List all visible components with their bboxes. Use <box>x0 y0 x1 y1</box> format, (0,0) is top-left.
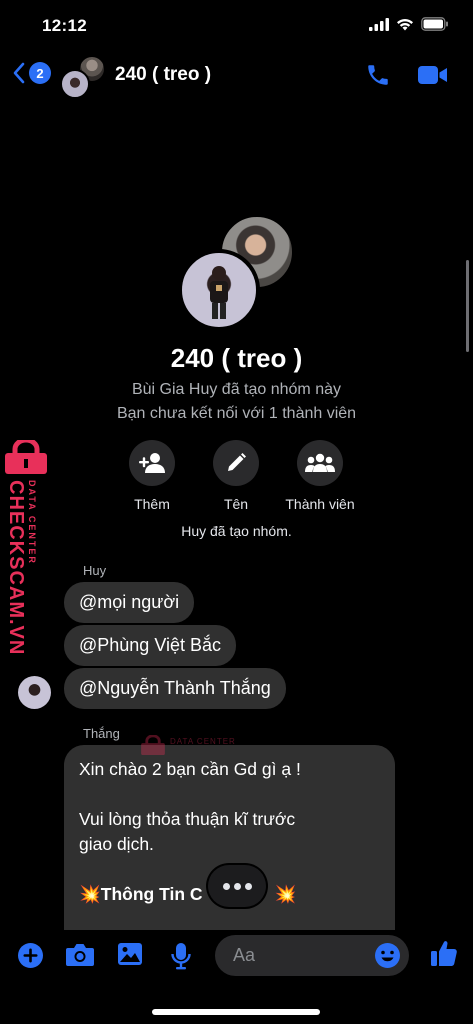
typing-indicator <box>208 865 266 907</box>
message-composer <box>0 930 473 982</box>
add-person-icon <box>139 453 165 473</box>
avatar <box>178 249 260 331</box>
typing-dot <box>244 882 252 890</box>
conversation-title[interactable]: 240 ( treo ) <box>115 64 211 86</box>
message-spacer <box>79 782 380 807</box>
phone-icon[interactable] <box>365 62 391 88</box>
members-circle <box>297 440 343 486</box>
explosion-emoji: 💥 <box>274 884 297 904</box>
chevron-left-icon <box>13 62 25 84</box>
scrollbar[interactable] <box>466 260 469 352</box>
watermark-small-text: DATA CENTER <box>170 737 236 746</box>
unread-badge: 2 <box>29 62 51 84</box>
person-figure-icon <box>210 266 228 319</box>
conversation-header: 2 240 ( treo ) <box>0 52 473 100</box>
home-indicator <box>152 1009 320 1015</box>
message-input[interactable] <box>233 935 373 976</box>
group-created-by: Bùi Gia Huy đã tạo nhóm này <box>131 381 341 398</box>
message-line: Xin chào 2 bạn cần Gd gì ạ ! <box>79 759 301 779</box>
watermark-text: CHECKSCAM.VN <box>5 480 27 656</box>
typing-dot <box>233 882 241 890</box>
pencil-icon <box>228 453 246 471</box>
group-avatar[interactable] <box>60 55 106 99</box>
system-message: Huy đã tạo nhóm. <box>181 523 292 539</box>
sender-name: Thắng <box>83 726 120 741</box>
plus-circle-icon[interactable] <box>17 942 44 969</box>
watermark-small: DATA CENTER <box>140 734 235 762</box>
emoji-icon[interactable] <box>374 942 401 969</box>
status-icons <box>369 17 449 31</box>
avatar <box>60 69 90 99</box>
explosion-emoji: 💥 <box>79 884 101 904</box>
message-bubble[interactable]: @mọi người <box>64 582 195 623</box>
back-button[interactable]: 2 <box>12 62 51 84</box>
group-connection-note: Bạn chưa kết nối với 1 thành viên <box>116 405 357 422</box>
header-actions <box>365 62 449 88</box>
microphone-icon[interactable] <box>170 942 192 970</box>
message-line: giao dịch. <box>79 834 154 854</box>
add-member-circle <box>129 440 175 486</box>
signal-icon <box>369 17 389 31</box>
rename-circle <box>213 440 259 486</box>
watermark-logo: DATA CENTER CHECKSCAM.VN <box>3 440 55 655</box>
wifi-icon <box>397 18 413 30</box>
message-bubble[interactable]: @Nguyễn Thành Thắng <box>64 668 286 709</box>
message-line: Vui lòng thỏa thuận kĩ trước <box>79 809 296 829</box>
message-input-box[interactable] <box>215 935 409 976</box>
status-time: 12:12 <box>42 16 87 35</box>
group-actions: Thêm Tên Thành viên <box>0 440 473 512</box>
avatar[interactable] <box>18 676 51 709</box>
group-icon <box>305 453 335 472</box>
typing-dot <box>222 882 230 890</box>
padlock-icon <box>5 440 47 474</box>
sender-name: Huy <box>83 563 107 578</box>
battery-icon <box>421 17 448 31</box>
camera-icon[interactable] <box>65 942 95 968</box>
action-label: Thành viên <box>285 496 355 512</box>
video-call-icon[interactable] <box>417 64 449 86</box>
padlock-icon <box>141 734 165 756</box>
group-photos <box>178 213 296 331</box>
message-bubble[interactable]: @Phùng Việt Bắc <box>64 625 237 666</box>
status-bar: 12:12 <box>0 0 473 50</box>
group-title: 240 ( treo ) <box>170 343 303 373</box>
thumbs-up-icon[interactable] <box>430 939 458 967</box>
message-text: Thông Tin C <box>100 884 203 904</box>
watermark-sub: DATA CENTER <box>27 480 37 565</box>
gallery-icon[interactable] <box>117 942 143 966</box>
members-button[interactable]: Thành viên <box>265 440 375 512</box>
